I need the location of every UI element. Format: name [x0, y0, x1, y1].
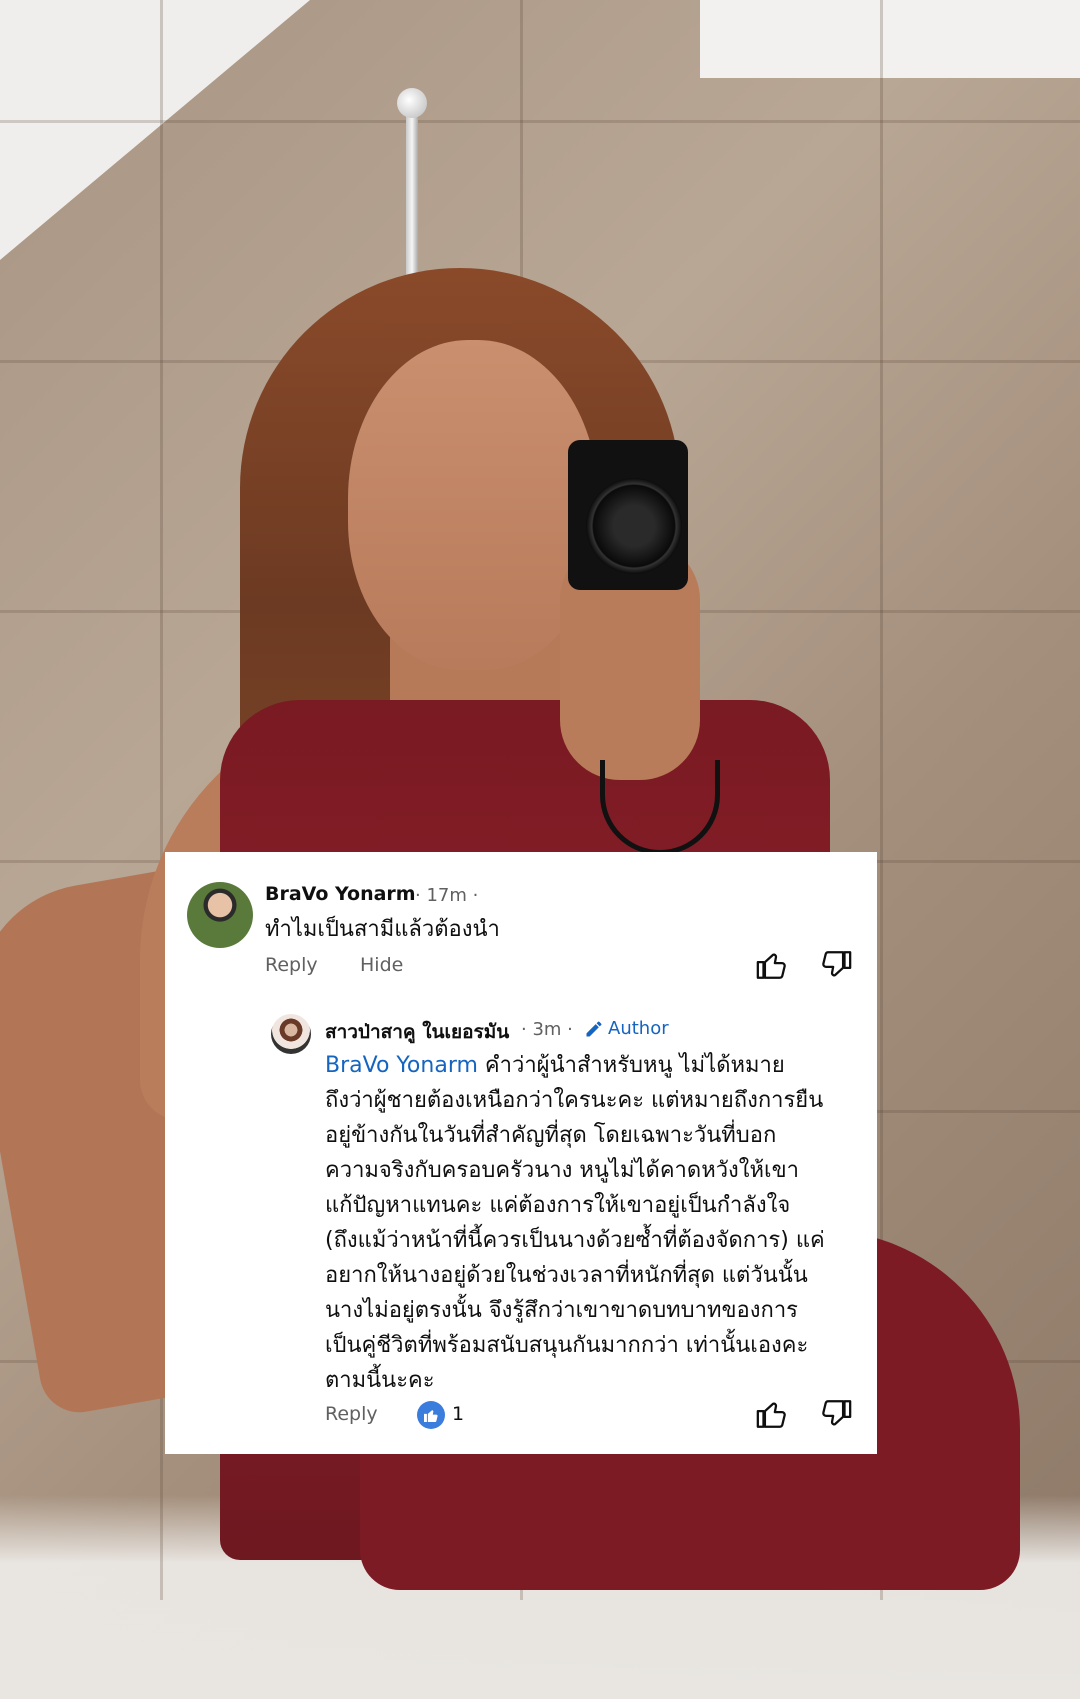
reply-line: ตามนี้นะคะ [325, 1368, 435, 1393]
hide-button[interactable]: Hide [360, 954, 403, 976]
reply-line: (ถึงแม้ว่าหน้าที่นี้ควรเป็นนางด้วยซ้ำที่… [325, 1228, 825, 1253]
avatar[interactable] [271, 1014, 311, 1054]
reply-button[interactable]: Reply [265, 954, 318, 976]
author-badge: Author [608, 1018, 669, 1039]
reply-line: แก้ปัญหาแทนคะ แค่ต้องการให้เขาอยู่เป็นกำ… [325, 1193, 791, 1218]
reply-line: เป็นคู่ชีวิตที่พร้อมสนับสนุนกันมากกว่า เ… [325, 1333, 809, 1358]
thumbs-up-icon[interactable] [755, 948, 789, 982]
reply-line: นางไม่อยู่ตรงนั้น จึงรู้สึกว่าเขาขาดบทบา… [325, 1298, 798, 1323]
pencil-icon [586, 1021, 602, 1037]
thumbs-down-icon[interactable] [819, 1397, 853, 1431]
like-count: 1 [452, 1403, 465, 1425]
reply-line: ความจริงกับครอบครัวนาง หนูไม่ได้คาดหวังใ… [325, 1158, 799, 1183]
thumbs-down-icon[interactable] [819, 948, 853, 982]
reply-author[interactable]: สาวป่าสาคู ในเยอรมัน [325, 1017, 509, 1047]
tile-line [0, 120, 1080, 123]
comment-card: BraVo Yonarm · 17m · ทำไมเป็นสามีแล้วต้อ… [165, 852, 877, 1454]
comment-timestamp: · 17m · [415, 885, 479, 906]
reply-line: อยากให้นางอยู่ด้วยในช่วงเวลาที่หนักที่สุ… [325, 1263, 808, 1288]
reply-timestamp: · 3m · [521, 1019, 573, 1040]
thumbs-up-icon[interactable] [755, 1397, 789, 1431]
reply-text: BraVo Yonarm คำว่าผู้นำสำหรับหนู ไม่ได้ห… [325, 1048, 865, 1398]
mention-link[interactable]: BraVo Yonarm [325, 1053, 478, 1078]
comment-text: ทำไมเป็นสามีแล้วต้องนำ [265, 917, 500, 942]
reply-button[interactable]: Reply [325, 1403, 378, 1425]
shower-rod [406, 96, 418, 296]
reply-line: BraVo Yonarm คำว่าผู้นำสำหรับหนู ไม่ได้ห… [325, 1048, 865, 1083]
reply-line: อยู่ข้างกันในวันที่สำคัญที่สุด โดยเฉพาะว… [325, 1123, 777, 1148]
reply-line-text: คำว่าผู้นำสำหรับหนู ไม่ได้หมาย [477, 1053, 785, 1078]
shower-rod-knob [397, 88, 427, 118]
blue-thumbs-up-icon [417, 1401, 445, 1429]
reply-line: ถึงว่าผู้ชายต้องเหนือกว่าใครนะคะ แต่หมาย… [325, 1088, 824, 1113]
ceiling-right [700, 0, 1080, 78]
ceiling [0, 0, 310, 260]
comment-author[interactable]: BraVo Yonarm [265, 883, 416, 905]
avatar[interactable] [187, 882, 253, 948]
camera-lens [586, 478, 682, 574]
